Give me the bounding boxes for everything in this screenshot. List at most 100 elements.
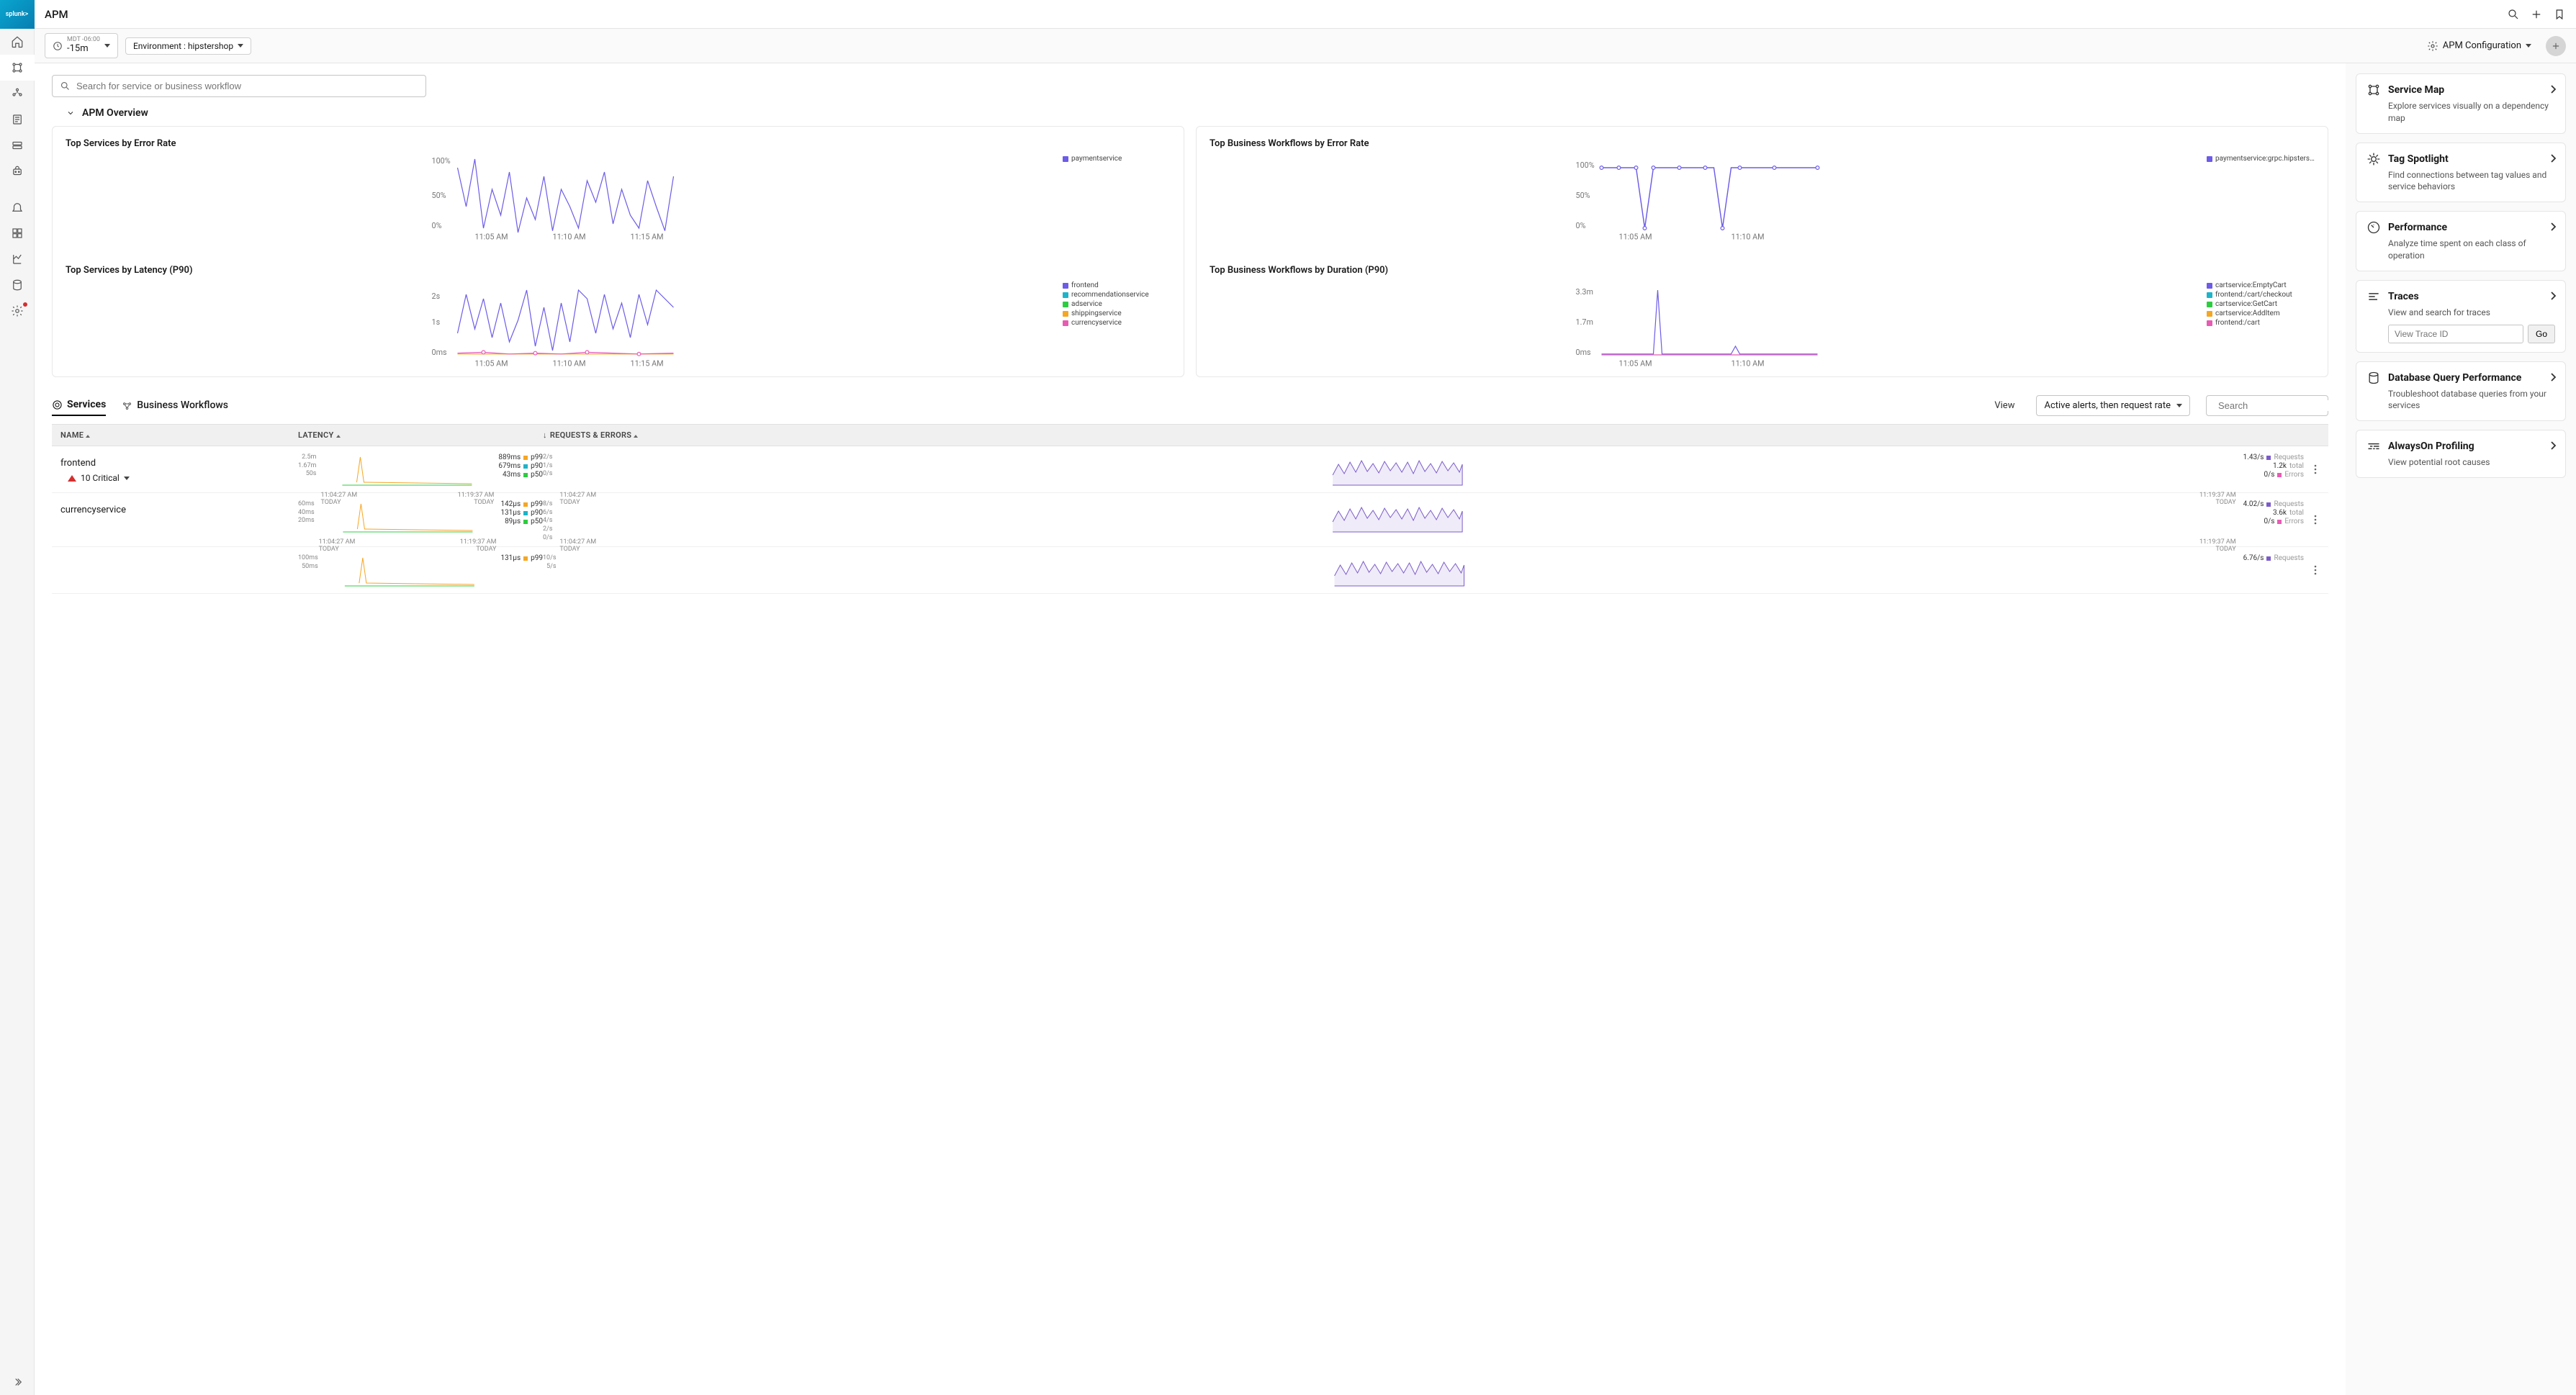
chart-title: Top Services by Latency (P90): [66, 265, 1171, 276]
nav-home-icon[interactable]: [0, 29, 35, 55]
chart-title: Top Business Workflows by Error Rate: [1210, 138, 2315, 149]
chevron-right-icon: [2549, 441, 2557, 453]
environment-label: Environment : hipstershop: [133, 41, 233, 51]
row-menu-icon[interactable]: [2311, 461, 2320, 480]
svg-text:0ms: 0ms: [432, 348, 448, 357]
bookmark-icon[interactable]: [2553, 8, 2566, 21]
chart-card-workflows-duration: Top Business Workflows by Duration (P90)…: [1196, 253, 2328, 377]
nav-rum-icon[interactable]: [0, 81, 35, 107]
nav-apm-icon[interactable]: [0, 55, 35, 81]
search-icon[interactable]: [2507, 8, 2520, 21]
trace-id-input[interactable]: [2388, 325, 2523, 343]
gauge-icon: [2366, 220, 2381, 235]
nav-data-icon[interactable]: [0, 272, 35, 298]
chevron-right-icon: [2549, 372, 2557, 385]
svg-text:2s: 2s: [432, 292, 441, 301]
service-search-input[interactable]: [76, 81, 418, 91]
chart-card-services-latency: Top Services by Latency (P90) 2s 1s 0ms: [52, 253, 1184, 377]
chart-legend: paymentservice:grpc.hipsters…: [2207, 155, 2315, 241]
nav-settings-icon[interactable]: [0, 298, 35, 324]
table-search[interactable]: [2206, 395, 2328, 416]
view-label: View: [1994, 400, 2014, 411]
nav-expand-icon[interactable]: [0, 1369, 35, 1395]
nav-infra-icon[interactable]: [0, 132, 35, 158]
col-latency[interactable]: LATENCY: [298, 430, 543, 440]
legend-item: frontend:/cart/checkout: [2207, 291, 2315, 299]
brand-logo[interactable]: splunk>: [0, 0, 35, 29]
chart-legend: cartservice:EmptyCart frontend:/cart/chec…: [2207, 281, 2315, 368]
chart-card-services-error: Top Services by Error Rate 100% 50% 0% 1…: [52, 126, 1184, 258]
service-name[interactable]: frontend: [60, 458, 298, 469]
service-search[interactable]: [52, 75, 426, 97]
nav-card-db[interactable]: Database Query Performance Troubleshoot …: [2356, 361, 2566, 422]
table-row: 100ms50ms 131µsp99 10/s5/s 6.76/sRequest…: [52, 547, 2328, 594]
svg-text:11:10 AM: 11:10 AM: [553, 232, 586, 242]
overview-section[interactable]: APM Overview: [66, 107, 2328, 119]
chevron-right-icon: [2549, 84, 2557, 97]
tab-services[interactable]: Services: [52, 394, 106, 416]
add-panel-button[interactable]: [2546, 36, 2566, 56]
legend-item: currencyservice: [1063, 319, 1171, 327]
legend-item: cartservice:EmptyCart: [2207, 281, 2315, 289]
profiling-icon: [2366, 439, 2381, 453]
spotlight-icon: [2366, 152, 2381, 166]
chart-legend: paymentservice: [1063, 155, 1171, 241]
nav-synth-icon[interactable]: [0, 158, 35, 184]
alerts-indicator[interactable]: 10 Critical: [68, 473, 298, 483]
environment-picker[interactable]: Environment : hipstershop: [125, 37, 251, 55]
servicemap-icon: [2366, 83, 2381, 97]
chevron-right-icon: [2549, 153, 2557, 166]
svg-text:11:05 AM: 11:05 AM: [475, 359, 508, 369]
chart-title: Top Business Workflows by Duration (P90): [1210, 265, 2315, 276]
table-row: frontend 10 Critical 2.5m1.67m50s 11:04:…: [52, 446, 2328, 493]
legend-item: paymentservice: [1063, 155, 1171, 163]
svg-text:100%: 100%: [1576, 161, 1595, 170]
nav-log-icon[interactable]: [0, 107, 35, 132]
table-search-input[interactable]: [2218, 400, 2345, 411]
db-icon: [2366, 371, 2381, 385]
chevron-right-icon: [2549, 222, 2557, 235]
legend-item: adservice: [1063, 300, 1171, 308]
topbar: APM: [35, 0, 2576, 29]
trace-go-button[interactable]: Go: [2528, 325, 2555, 343]
nav-card-spotlight[interactable]: Tag Spotlight Find connections between t…: [2356, 143, 2566, 203]
row-menu-icon[interactable]: [2311, 512, 2320, 531]
nav-card-profiling[interactable]: AlwaysOn Profiling View potential root c…: [2356, 430, 2566, 478]
time-range-picker[interactable]: MDT -06:00 -15m: [45, 33, 118, 58]
tab-workflows[interactable]: Business Workflows: [122, 395, 228, 415]
view-dropdown[interactable]: Active alerts, then request rate: [2036, 395, 2190, 416]
svg-text:11:15 AM: 11:15 AM: [631, 359, 664, 369]
svg-text:3.3m: 3.3m: [1576, 287, 1593, 297]
timezone-label: MDT -06:00: [67, 37, 100, 43]
chart-legend: frontendrecommendationserviceadservicesh…: [1063, 281, 1171, 368]
nav-card-servicemap[interactable]: Service Map Explore services visually on…: [2356, 73, 2566, 134]
svg-text:11:05 AM: 11:05 AM: [1619, 359, 1652, 369]
svg-text:0ms: 0ms: [1576, 348, 1592, 357]
row-menu-icon[interactable]: [2311, 562, 2320, 581]
svg-text:1s: 1s: [432, 317, 441, 327]
svg-text:1.7m: 1.7m: [1576, 317, 1593, 327]
svg-text:0%: 0%: [432, 221, 442, 230]
nav-card-gauge[interactable]: Performance Analyze time spent on each c…: [2356, 211, 2566, 271]
legend-item: frontend:/cart: [2207, 319, 2315, 327]
service-name[interactable]: currencyservice: [60, 505, 298, 515]
nav-card-traces[interactable]: Traces View and search for traces Go: [2356, 280, 2566, 353]
time-range-value: -15m: [67, 43, 100, 55]
nav-dashboards-icon[interactable]: [0, 220, 35, 246]
chart-title: Top Services by Error Rate: [66, 138, 1171, 149]
nav-alerts-icon[interactable]: [0, 194, 35, 220]
svg-text:11:10 AM: 11:10 AM: [1731, 232, 1765, 242]
table-row: currencyservice 60ms40ms20ms 11:04:27 AM…: [52, 493, 2328, 547]
col-name[interactable]: NAME: [60, 430, 298, 440]
filter-bar: MDT -06:00 -15m Environment : hipstersho…: [35, 29, 2576, 63]
svg-text:50%: 50%: [432, 191, 446, 200]
col-requests[interactable]: ↓REQUESTS & ERRORS: [543, 430, 2320, 440]
left-nav: splunk>: [0, 0, 35, 1395]
apm-configuration-button[interactable]: APM Configuration: [2427, 40, 2531, 52]
legend-item: shippingservice: [1063, 310, 1171, 317]
right-panel: Service Map Explore services visually on…: [2346, 63, 2576, 1395]
traces-icon: [2366, 289, 2381, 304]
legend-item: recommendationservice: [1063, 291, 1171, 299]
add-icon[interactable]: [2530, 8, 2543, 21]
nav-metrics-icon[interactable]: [0, 246, 35, 272]
